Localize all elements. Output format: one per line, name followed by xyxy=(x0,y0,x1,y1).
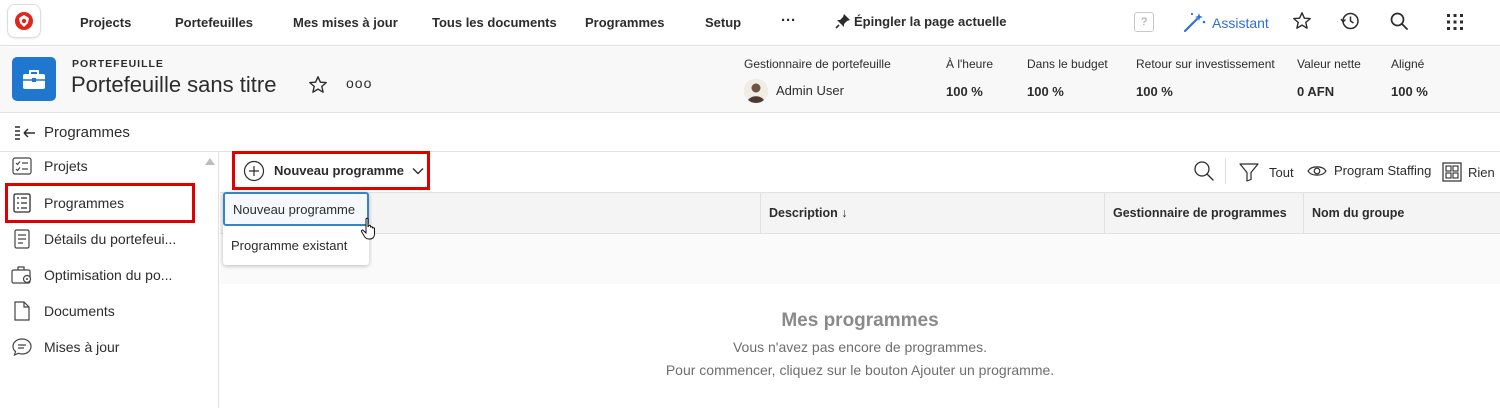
kpi-on-time-value: 100 % xyxy=(946,84,983,99)
new-program-button[interactable]: Nouveau programme xyxy=(232,151,430,190)
sidebar: Projets Programmes Détails du portefeui.… xyxy=(0,152,219,408)
eye-icon xyxy=(1307,164,1327,178)
optimize-icon xyxy=(8,265,36,285)
kpi-net-value-value: 0 AFN xyxy=(1297,84,1335,99)
portfolio-header: PORTEFEUILLE Portefeuille sans titre ooo… xyxy=(0,47,1500,113)
sidebar-item-label: Documents xyxy=(44,303,115,319)
favorite-star-icon[interactable] xyxy=(308,75,328,100)
sidebar-item-mises-a-jour[interactable]: Mises à jour xyxy=(8,330,192,364)
menu-item-new-program[interactable]: Nouveau programme xyxy=(223,192,369,226)
main-content: Nouveau programme Tout Program Staffing … xyxy=(220,151,1500,408)
hand-cursor-icon xyxy=(360,217,380,246)
assistant-button[interactable]: Assistant xyxy=(1212,15,1269,31)
empty-state-title: Mes programmes xyxy=(781,310,939,331)
menu-item-existing-program[interactable]: Programme existant xyxy=(223,228,369,262)
portfolio-briefcase-icon xyxy=(12,57,56,101)
pin-page-button[interactable]: Épingler la page actuelle xyxy=(854,14,1006,29)
nav-my-updates[interactable]: Mes mises à jour xyxy=(293,15,398,30)
sidebar-item-programmes[interactable]: Programmes xyxy=(5,183,195,223)
search-icon[interactable] xyxy=(1193,160,1215,187)
column-group-name[interactable]: Nom du groupe xyxy=(1303,193,1500,233)
list-icon xyxy=(8,193,36,213)
column-program-manager[interactable]: Gestionnaire de programmes xyxy=(1104,193,1303,233)
sidebar-item-label: Détails du portefeui... xyxy=(44,231,177,247)
chevron-down-icon xyxy=(412,167,424,175)
table-header: Description ↓ Gestionnaire de programmes… xyxy=(220,192,1500,234)
nav-projects[interactable]: Projects xyxy=(80,15,131,30)
funnel-icon xyxy=(1239,162,1259,182)
pin-icon xyxy=(835,13,851,34)
kpi-aligned-label: Aligné xyxy=(1391,57,1425,71)
nav-all-documents[interactable]: Tous les documents xyxy=(432,15,557,30)
top-navigation: Projects Portefeuilles Mes mises à jour … xyxy=(0,0,1500,46)
document-icon xyxy=(8,229,36,249)
object-type-label: PORTEFEUILLE xyxy=(72,58,164,70)
new-program-dropdown-menu: Nouveau programme Programme existant xyxy=(223,192,369,265)
section-bar: Programmes xyxy=(0,114,1500,152)
nav-portfolios[interactable]: Portefeuilles xyxy=(175,15,253,30)
kpi-net-value-label: Valeur nette xyxy=(1297,57,1361,71)
search-icon[interactable] xyxy=(1389,11,1409,31)
chat-icon xyxy=(8,337,36,357)
kpi-aligned-value: 100 % xyxy=(1391,84,1428,99)
kpi-budget-label: Dans le budget xyxy=(1027,57,1108,71)
kpi-on-time-label: À l'heure xyxy=(946,57,993,71)
filter-button[interactable]: Tout xyxy=(1239,162,1294,182)
group-button[interactable]: Rien xyxy=(1442,162,1495,182)
column-description[interactable]: Description ↓ xyxy=(760,193,1104,233)
help-button[interactable]: ? xyxy=(1134,12,1154,32)
scroll-up-arrow-icon[interactable] xyxy=(205,158,215,165)
star-icon[interactable] xyxy=(1292,11,1312,31)
sidebar-item-label: Projets xyxy=(44,158,88,174)
empty-state-line-1: Vous n'avez pas encore de programmes. xyxy=(732,339,988,355)
sidebar-item-label: Optimisation du po... xyxy=(44,267,173,283)
nav-programs[interactable]: Programmes xyxy=(585,15,664,30)
empty-state-line-2: Pour commencer, cliquez sur le bouton Aj… xyxy=(665,362,1055,378)
magic-wand-icon xyxy=(1183,11,1207,38)
sidebar-item-projets[interactable]: Projets xyxy=(8,149,192,183)
sidebar-item-optimisation[interactable]: Optimisation du po... xyxy=(8,258,192,292)
collapse-panel-icon[interactable] xyxy=(14,125,36,146)
filter-label: Tout xyxy=(1269,164,1294,180)
view-button[interactable]: Program Staffing xyxy=(1307,163,1431,178)
plus-circle-icon xyxy=(243,160,265,182)
kpi-manager-value[interactable]: Admin User xyxy=(776,83,844,98)
sidebar-item-label: Programmes xyxy=(44,195,125,211)
page-title: Portefeuille sans titre xyxy=(71,72,277,97)
app-grid-icon[interactable] xyxy=(1446,13,1464,31)
new-program-label: Nouveau programme xyxy=(274,163,405,178)
kpi-roi-value: 100 % xyxy=(1136,84,1173,99)
file-icon xyxy=(8,301,36,321)
sidebar-item-documents[interactable]: Documents xyxy=(8,294,192,328)
app-logo-icon[interactable] xyxy=(8,5,40,37)
group-label: Rien xyxy=(1468,164,1495,180)
avatar[interactable] xyxy=(744,79,768,103)
kpi-manager-label: Gestionnaire de portefeuille xyxy=(744,57,891,71)
checklist-icon xyxy=(8,157,36,175)
nav-setup[interactable]: Setup xyxy=(705,15,741,30)
nav-more-button[interactable]: ··· xyxy=(781,12,796,29)
kpi-budget-value: 100 % xyxy=(1027,84,1064,99)
empty-row xyxy=(220,234,1500,284)
history-icon[interactable] xyxy=(1340,11,1360,31)
kpi-roi-label: Retour sur investissement xyxy=(1136,57,1275,71)
section-title: Programmes xyxy=(44,124,130,141)
more-actions-button[interactable]: ooo xyxy=(346,75,372,91)
sidebar-item-label: Mises à jour xyxy=(44,339,120,355)
view-label: Program Staffing xyxy=(1334,163,1432,178)
sidebar-item-details[interactable]: Détails du portefeui... xyxy=(8,222,192,256)
group-grid-icon xyxy=(1442,162,1462,182)
toolbar-divider xyxy=(1225,158,1226,184)
